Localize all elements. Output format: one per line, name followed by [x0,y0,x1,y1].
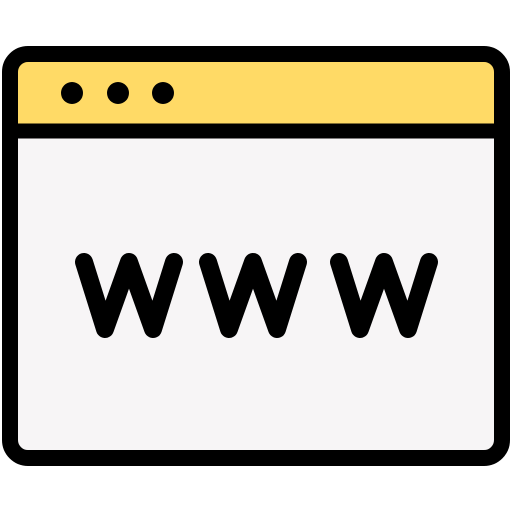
control-dot-2 [107,82,129,104]
control-dot-3 [152,82,174,104]
control-dot-1 [61,82,83,104]
www-text: www [255,499,257,501]
window-title-bar [10,54,502,131]
browser-window-icon: www [2,46,510,501]
browser-icon-canvas: www [0,0,512,512]
